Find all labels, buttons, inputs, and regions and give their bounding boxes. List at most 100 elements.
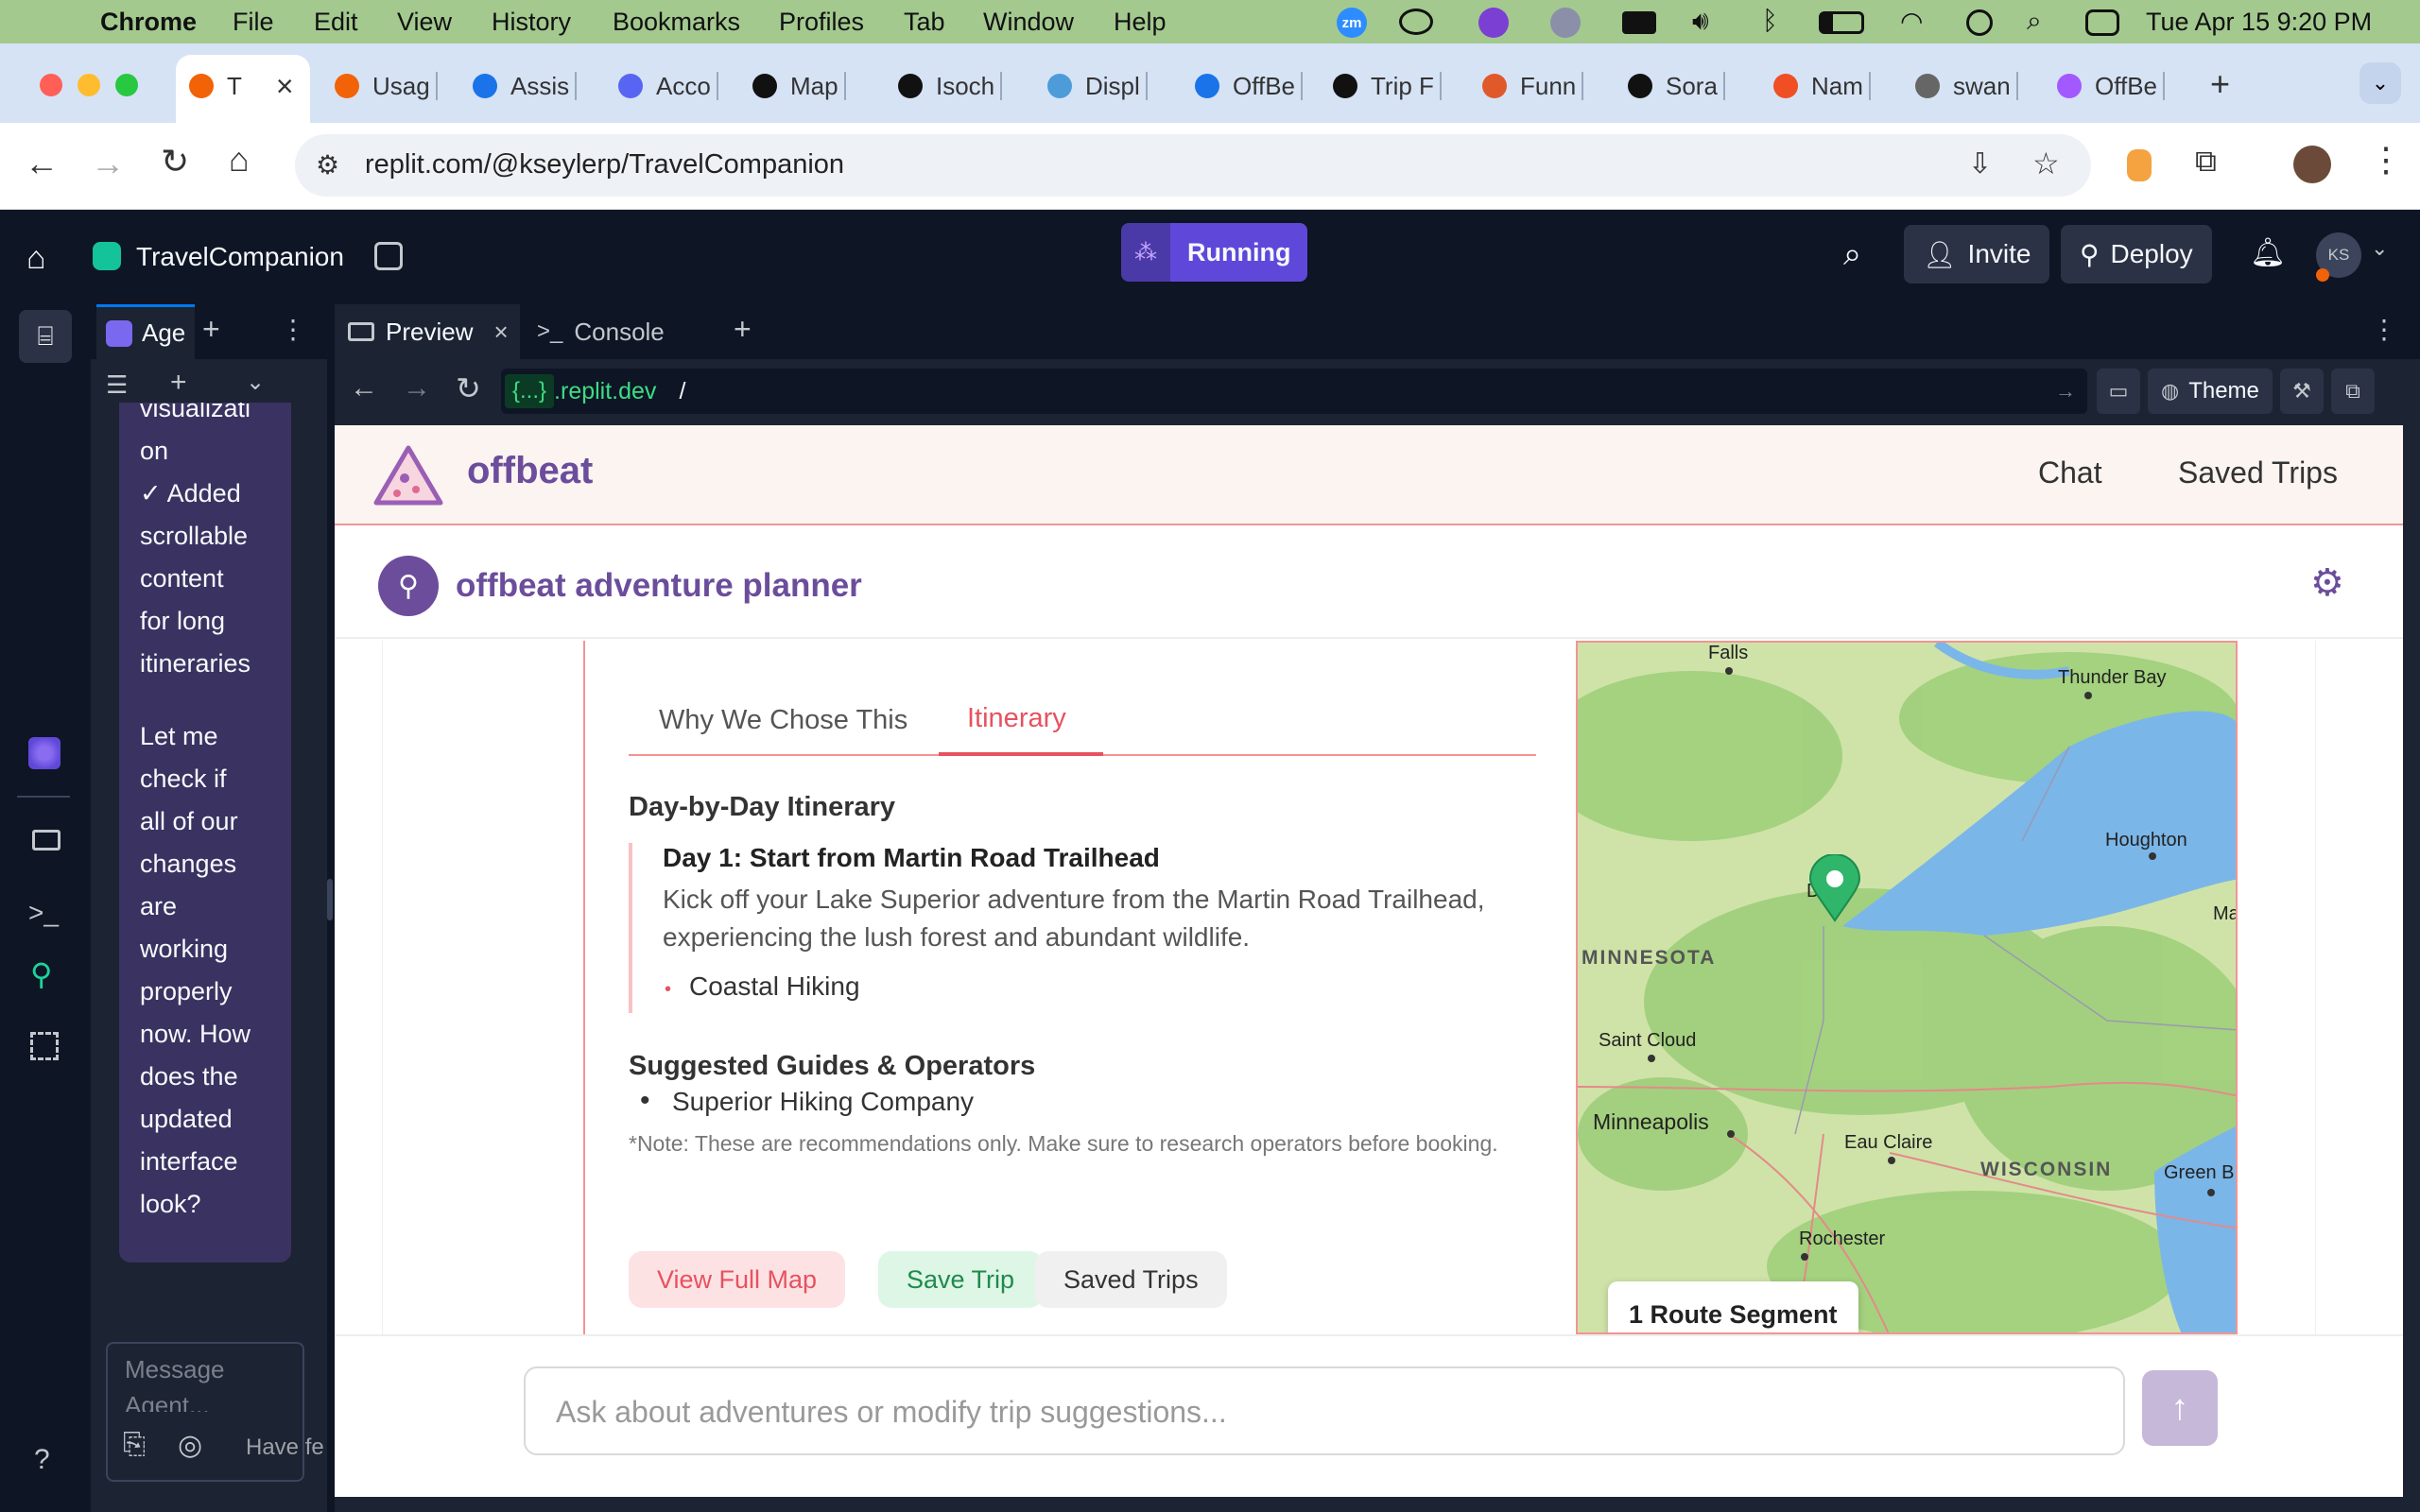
help-icon[interactable]: ?: [34, 1444, 50, 1476]
target-icon[interactable]: ◎: [178, 1429, 202, 1462]
browser-tab[interactable]: swan: [1915, 62, 2018, 110]
browser-tab[interactable]: T ×: [189, 62, 294, 110]
preview-forward-icon[interactable]: →: [403, 372, 431, 404]
send-arrow-icon[interactable]: ↑: [2142, 1370, 2218, 1446]
replit-search-icon[interactable]: ⌕: [1843, 236, 1861, 273]
extension-icon[interactable]: [2127, 149, 2152, 181]
map-canvas[interactable]: [1578, 643, 2238, 1334]
tab-preview[interactable]: Preview ×: [335, 304, 520, 359]
all-tools-grid-icon[interactable]: [30, 1032, 59, 1060]
workspace-more-icon[interactable]: ⋮: [2371, 314, 2397, 345]
tab-agent[interactable]: Age: [96, 304, 196, 359]
browser-tab[interactable]: Usag: [335, 62, 438, 110]
car-status-icon[interactable]: [1622, 11, 1656, 34]
message-agent-input[interactable]: Message Agent... ⎘ ◎ Have fe: [106, 1342, 324, 1482]
menu-view[interactable]: View: [397, 8, 452, 37]
back-arrow-icon[interactable]: ←: [25, 144, 59, 183]
shell-icon[interactable]: >_: [28, 898, 59, 928]
attach-paperclip-icon[interactable]: ⎘: [123, 1429, 146, 1461]
browser-tab[interactable]: Displ: [1047, 62, 1148, 110]
preview-reload-icon[interactable]: ↻: [456, 370, 481, 406]
view-full-map-button[interactable]: View Full Map: [629, 1251, 846, 1308]
browser-tab[interactable]: Assis: [473, 62, 578, 110]
deploy-button[interactable]: ⚲ Deploy: [2061, 225, 2212, 284]
forward-arrow-icon[interactable]: →: [91, 144, 125, 183]
agent-chevron-down-icon[interactable]: ⌄: [246, 369, 265, 396]
app-logo-text[interactable]: offbeat: [467, 450, 593, 492]
content-scroll-area[interactable]: Why We Chose This Itinerary Day-by-Day I…: [382, 641, 2316, 1334]
new-chat-icon[interactable]: +: [170, 367, 187, 399]
menu-bookmarks[interactable]: Bookmarks: [613, 8, 740, 37]
browser-tab[interactable]: Sora: [1628, 62, 1725, 110]
control-center-icon[interactable]: [2085, 9, 2119, 36]
browser-tab[interactable]: Funn: [1482, 62, 1584, 110]
extensions-puzzle-icon[interactable]: ⧉: [2195, 144, 2217, 180]
settings-gear-icon[interactable]: ⚙: [2310, 561, 2344, 605]
notifications-bell-icon[interactable]: 🔔︎: [2250, 236, 2286, 269]
close-preview-tab-icon[interactable]: ×: [493, 318, 508, 347]
browser-tab[interactable]: Trip F: [1333, 62, 1442, 110]
go-arrow-icon[interactable]: →: [2055, 379, 2076, 404]
reload-icon[interactable]: ↻: [161, 142, 189, 181]
menu-help[interactable]: Help: [1114, 8, 1167, 37]
replit-home-icon[interactable]: ⌂: [26, 240, 46, 277]
tab-itinerary[interactable]: Itinerary: [939, 694, 1103, 756]
open-new-window-icon[interactable]: ⧉: [2331, 369, 2375, 414]
profile-avatar[interactable]: [2293, 146, 2331, 183]
tab-search-chevron-icon[interactable]: ⌄: [2360, 62, 2401, 104]
site-settings-icon[interactable]: ⚙: [316, 149, 339, 180]
run-status-button[interactable]: ⁂ Running: [1121, 223, 1308, 282]
history-list-icon[interactable]: ☰: [106, 370, 128, 400]
browser-tab[interactable]: Map: [752, 62, 846, 110]
upload-status-icon[interactable]: [1478, 8, 1509, 38]
file-tree-icon[interactable]: ⌸: [19, 310, 72, 363]
menubar-app-name[interactable]: Chrome: [100, 8, 197, 37]
install-app-icon[interactable]: ⇩: [1968, 147, 1992, 180]
menu-tab[interactable]: Tab: [904, 8, 945, 37]
url-text[interactable]: replit.com/@kseylerp/TravelCompanion: [365, 149, 844, 180]
route-segment-badge[interactable]: 1 Route Segment: [1608, 1281, 1858, 1332]
browser-tab[interactable]: OffBe: [1195, 62, 1304, 110]
deployments-icon[interactable]: ⚲: [30, 956, 52, 992]
agent-icon[interactable]: [28, 737, 60, 769]
bluetooth-icon[interactable]: ᛒ: [1762, 6, 1778, 36]
tab-console[interactable]: >_ Console: [527, 304, 713, 359]
volume-icon[interactable]: 🔊︎: [1692, 6, 1709, 37]
dev-domain-prefix[interactable]: {...}: [505, 374, 555, 408]
route-map[interactable]: Falls Thunder Bay Houghton Ma Du h MINNE…: [1576, 641, 2238, 1334]
browser-tab[interactable]: Acco: [618, 62, 718, 110]
map-marker-icon[interactable]: [1808, 854, 1861, 922]
panel-resize-handle[interactable]: [327, 879, 333, 920]
chat-input[interactable]: Ask about adventures or modify trip sugg…: [524, 1366, 2125, 1455]
user-switch-icon[interactable]: [1966, 9, 1993, 36]
new-agent-tab-icon[interactable]: +: [202, 312, 220, 347]
menu-history[interactable]: History: [492, 8, 571, 37]
wifi-icon[interactable]: ◠: [1900, 6, 1923, 37]
zoom-status-icon[interactable]: zm: [1337, 8, 1367, 38]
preview-back-icon[interactable]: ←: [350, 372, 378, 404]
project-name[interactable]: TravelCompanion: [136, 242, 344, 272]
theme-button[interactable]: ◍ Theme: [2148, 369, 2273, 414]
spotlight-search-icon[interactable]: ⌕: [2027, 6, 2042, 37]
browser-tab[interactable]: Nam: [1773, 62, 1871, 110]
nav-saved-trips-link[interactable]: Saved Trips: [2178, 455, 2338, 490]
sync-status-icon[interactable]: [1399, 9, 1433, 35]
browser-tab[interactable]: Isoch: [898, 62, 1003, 110]
menubar-datetime[interactable]: Tue Apr 15 9:20 PM: [2146, 8, 2372, 37]
window-minimize-button[interactable]: [78, 74, 100, 96]
saved-trips-button[interactable]: Saved Trips: [1035, 1251, 1227, 1308]
bookmark-star-icon[interactable]: ☆: [2032, 146, 2060, 181]
home-icon[interactable]: ⌂: [229, 140, 250, 180]
tab-why-we-chose-this[interactable]: Why We Chose This: [659, 705, 908, 736]
preview-monitor-icon[interactable]: [32, 830, 60, 850]
preview-url-input[interactable]: {...} .replit.dev / →: [501, 369, 2087, 414]
nav-chat-link[interactable]: Chat: [2038, 455, 2102, 490]
avatar-chevron-down-icon[interactable]: ⌄: [2371, 236, 2388, 261]
menu-profiles[interactable]: Profiles: [779, 8, 864, 37]
new-tab-icon[interactable]: +: [2210, 64, 2230, 104]
browser-tab[interactable]: OffBe: [2057, 62, 2166, 110]
feedback-text[interactable]: Have fe: [246, 1435, 324, 1461]
battery-icon[interactable]: [1819, 11, 1864, 34]
shortcut-status-icon[interactable]: [1550, 8, 1581, 38]
offbeat-logo-icon[interactable]: [371, 442, 446, 510]
